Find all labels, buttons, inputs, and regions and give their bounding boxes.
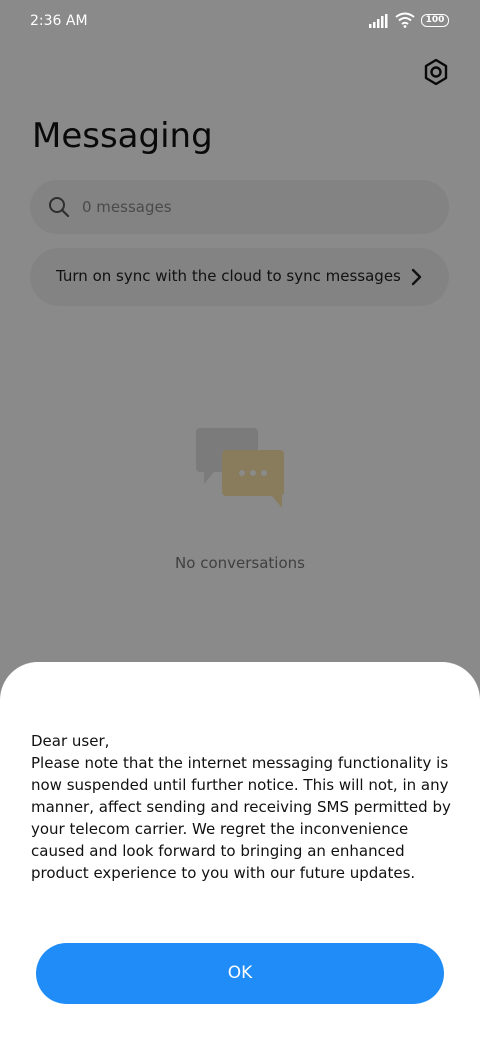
notice-body: Please note that the internet messaging …	[31, 754, 451, 882]
battery-icon: 100	[421, 14, 449, 27]
wifi-icon	[395, 12, 415, 28]
ok-button[interactable]: OK	[36, 943, 444, 1004]
cellular-signal-icon	[369, 14, 388, 28]
notice-message: Dear user, Please note that the internet…	[31, 730, 461, 884]
notice-greeting: Dear user,	[31, 732, 110, 750]
status-bar: 2:36 AM 100	[0, 0, 480, 44]
status-time: 2:36 AM	[30, 13, 88, 29]
